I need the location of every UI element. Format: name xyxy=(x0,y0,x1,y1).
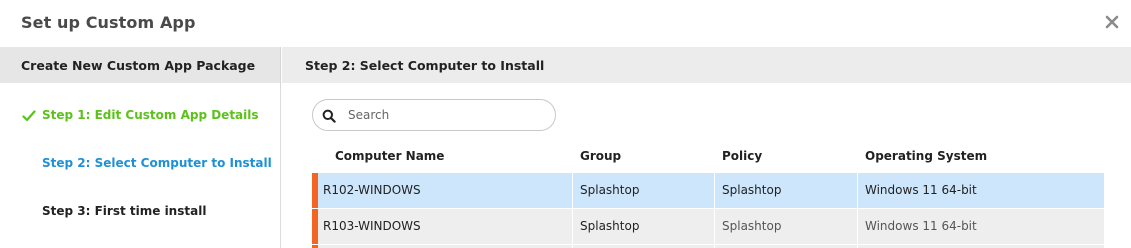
column-divider xyxy=(572,209,573,244)
search-box[interactable] xyxy=(312,99,556,131)
close-icon xyxy=(1105,15,1119,29)
column-divider xyxy=(714,173,715,208)
cell-policy: Splashtop xyxy=(722,219,782,233)
search-input[interactable] xyxy=(348,106,548,124)
search-icon xyxy=(322,109,336,123)
close-button[interactable] xyxy=(1103,13,1121,31)
column-header-operating-system[interactable]: Operating System xyxy=(865,149,987,163)
column-divider xyxy=(857,173,858,208)
column-header-group[interactable]: Group xyxy=(580,149,621,163)
cell-group: Splashtop xyxy=(580,219,640,233)
step-first-time-install[interactable]: Step 3: First time install xyxy=(42,204,206,218)
row-status-marker xyxy=(312,209,318,244)
right-panel-title: Step 2: Select Computer to Install xyxy=(305,58,545,73)
column-divider xyxy=(572,173,573,208)
cell-policy: Splashtop xyxy=(722,183,782,197)
left-panel-title: Create New Custom App Package xyxy=(21,58,256,73)
row-status-marker xyxy=(312,173,318,208)
step-edit-details[interactable]: Step 1: Edit Custom App Details xyxy=(42,108,259,122)
dialog-title: Set up Custom App xyxy=(21,13,196,32)
left-panel-header: Create New Custom App Package xyxy=(0,47,281,83)
check-icon xyxy=(22,110,36,122)
cell-group: Splashtop xyxy=(580,183,640,197)
right-panel-header: Step 2: Select Computer to Install xyxy=(282,47,1131,83)
cell-computer-name: R102-WINDOWS xyxy=(323,183,421,197)
column-header-computer-name[interactable]: Computer Name xyxy=(335,149,444,163)
table-row[interactable]: R103-WINDOWS Splashtop Splashtop Windows… xyxy=(312,209,1104,244)
table-row[interactable]: R102-WINDOWS Splashtop Splashtop Windows… xyxy=(312,173,1104,208)
step-select-computer[interactable]: Step 2: Select Computer to Install xyxy=(42,156,272,170)
steps-panel: Step 1: Edit Custom App Details Step 2: … xyxy=(0,83,281,248)
column-divider xyxy=(857,209,858,244)
dialog-header: Set up Custom App xyxy=(0,0,1131,47)
column-divider xyxy=(714,209,715,244)
cell-operating-system: Windows 11 64-bit xyxy=(865,183,977,197)
column-header-policy[interactable]: Policy xyxy=(722,149,762,163)
cell-operating-system: Windows 11 64-bit xyxy=(865,219,977,233)
cell-computer-name: R103-WINDOWS xyxy=(323,219,421,233)
